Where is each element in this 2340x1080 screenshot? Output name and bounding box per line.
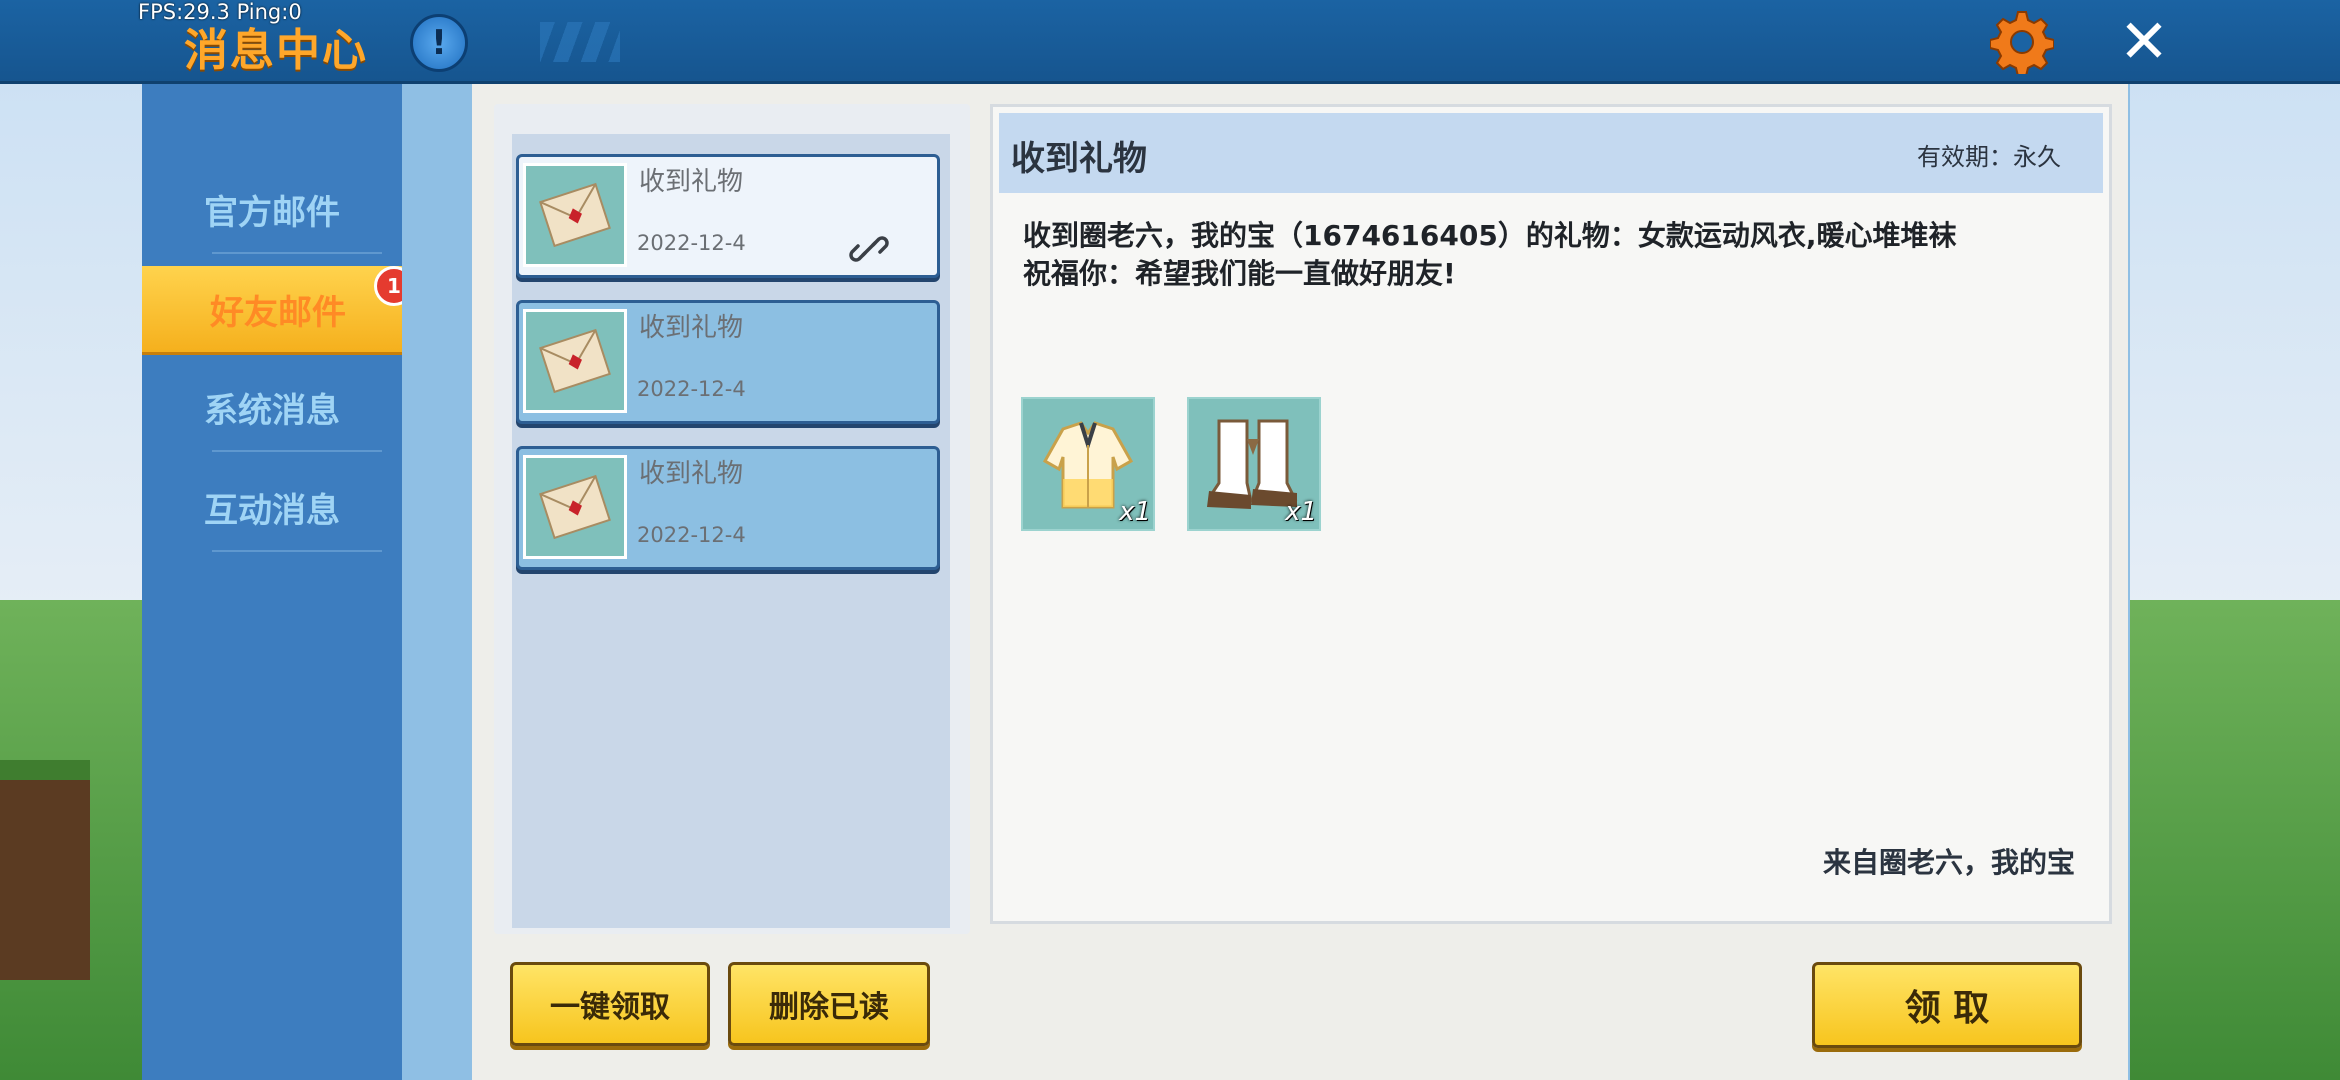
envelope-icon [539, 474, 611, 540]
dirt-block [0, 780, 90, 980]
delete-read-button[interactable]: 删除已读 [728, 962, 930, 1046]
mail-detail-body: 收到圈老六，我的宝（1674616405）的礼物：女款运动风衣,暖心堆堆袜 祝福… [1023, 217, 2083, 293]
mail-detail-header: 收到礼物 有效期：永久 [999, 113, 2103, 193]
mail-item[interactable]: 收到礼物 2022-12-4 [516, 446, 940, 570]
validity-label: 有效期：永久 [1917, 143, 2061, 171]
mail-body-line: 祝福你：希望我们能一直做好朋友! [1023, 257, 1456, 290]
mail-date: 2022-12-4 [637, 523, 746, 547]
gift-item-socks[interactable]: x1 [1187, 397, 1321, 531]
mail-detail-title: 收到礼物 [1011, 139, 1147, 179]
mail-item[interactable]: 收到礼物 2022-12-4 [516, 154, 940, 278]
claim-button[interactable]: 领 取 [1812, 962, 2082, 1048]
envelope-icon [523, 163, 627, 267]
claim-all-button[interactable]: 一键领取 [510, 962, 710, 1046]
link-icon [849, 236, 889, 262]
envelope-icon [539, 328, 611, 394]
header-bar: 消息中心 ! ✕ [0, 0, 2340, 84]
mail-body-line: 收到圈老六，我的宝（1674616405）的礼物：女款运动风衣,暖心堆堆袜 [1023, 219, 1957, 252]
gift-quantity: x1 [1119, 497, 1151, 527]
close-icon[interactable]: ✕ [2114, 12, 2174, 72]
sidebar-item-system-messages[interactable]: 系统消息 [142, 364, 402, 450]
sidebar-divider [212, 252, 382, 254]
sidebar-item-friend-mail[interactable]: 好友邮件 [142, 266, 414, 352]
sidebar-item-official-mail[interactable]: 官方邮件 [142, 166, 402, 252]
sidebar-divider [212, 550, 382, 552]
mail-date: 2022-12-4 [637, 377, 746, 401]
mail-date: 2022-12-4 [637, 231, 746, 255]
gift-item-jacket[interactable]: x1 [1021, 397, 1155, 531]
mail-sender: 来自圈老六，我的宝 [1822, 846, 2075, 879]
gift-quantity: x1 [1285, 497, 1317, 527]
sidebar-item-interaction-messages[interactable]: 互动消息 [142, 464, 402, 550]
mail-title: 收到礼物 [639, 167, 744, 197]
mail-title: 收到礼物 [639, 459, 744, 489]
sidebar-divider [212, 450, 382, 452]
envelope-icon [523, 309, 627, 413]
envelope-icon [523, 455, 627, 559]
envelope-icon [539, 182, 611, 248]
info-icon[interactable]: ! [410, 14, 468, 72]
fps-ping-readout: FPS:29.3 Ping:0 [138, 0, 302, 24]
header-decoration [540, 22, 620, 62]
mail-title: 收到礼物 [639, 313, 744, 343]
gear-icon[interactable] [1990, 10, 2054, 74]
mail-item[interactable]: 收到礼物 2022-12-4 [516, 300, 940, 424]
sidebar: 官方邮件 好友邮件 系统消息 互动消息 [142, 84, 414, 1080]
mail-detail-panel: 收到礼物 有效期：永久 收到圈老六，我的宝（1674616405）的礼物：女款运… [990, 104, 2112, 924]
